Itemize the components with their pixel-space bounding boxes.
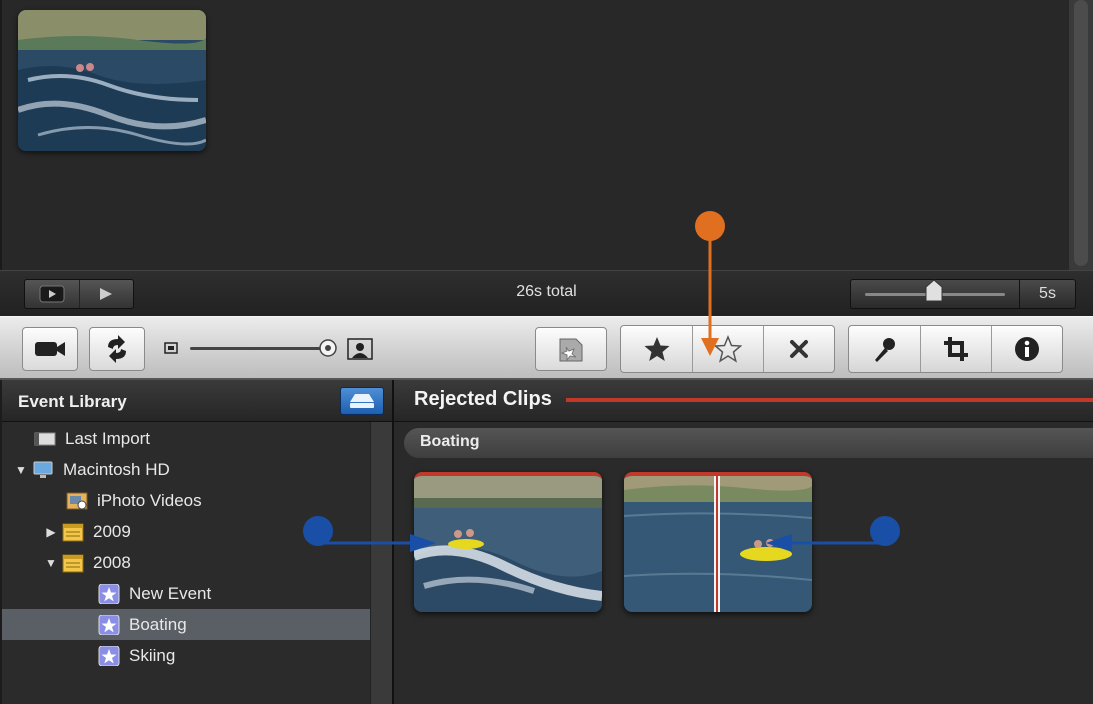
info-icon [1015, 337, 1039, 361]
rejected-indicator-line [566, 398, 1093, 402]
tree-item-2008[interactable]: ▼ 2008 [2, 547, 370, 578]
drive-icon [350, 394, 374, 408]
disclosure-triangle-icon[interactable]: ▼ [14, 463, 28, 477]
tree-item-label: 2009 [93, 521, 131, 541]
unmark-button[interactable] [692, 326, 763, 372]
slider-knob-icon[interactable] [924, 279, 944, 303]
add-to-project-button[interactable] [535, 327, 607, 371]
video-camera-icon [35, 342, 65, 356]
event-group-header[interactable]: Boating [404, 428, 1093, 458]
microphone-icon [874, 338, 895, 362]
event-library-sidebar: Event Library Last Import ▼ Macintosh HD… [0, 380, 392, 704]
clip-thumbnail-image [414, 476, 602, 612]
clip-zoom-control: 5s [850, 279, 1076, 309]
tree-item-label: Boating [129, 614, 187, 634]
import-camera-button[interactable] [22, 327, 78, 371]
voiceover-button[interactable] [849, 326, 920, 372]
thumbnail-size-slider[interactable] [190, 347, 330, 350]
rating-segment [620, 325, 835, 373]
star-event-icon [98, 583, 120, 604]
reject-button[interactable] [763, 326, 834, 372]
tree-item-skiing[interactable]: Skiing [2, 640, 370, 671]
event-group-title: Boating [420, 433, 480, 450]
toolbar [0, 316, 1093, 380]
event-browser: Rejected Clips Boating [392, 380, 1093, 704]
calendar-icon [62, 553, 84, 573]
tree-item-boating[interactable]: Boating [2, 609, 370, 640]
tree-item-new-event[interactable]: New Event [2, 578, 370, 609]
star-filled-icon [644, 337, 669, 361]
project-area [0, 0, 1093, 270]
tree-item-label: Skiing [129, 645, 176, 665]
tree-item-macintosh-hd[interactable]: ▼ Macintosh HD [2, 454, 370, 485]
small-thumbnail-icon [164, 342, 178, 354]
sidebar-scrollbar[interactable] [370, 422, 392, 704]
tree-item-iphoto-videos[interactable]: iPhoto Videos [2, 485, 370, 516]
water-scene-image [18, 10, 206, 151]
tree-item-last-import[interactable]: Last Import [2, 423, 370, 454]
star-outline-icon [714, 335, 742, 363]
slider-knob-icon[interactable] [318, 338, 338, 358]
calendar-icon [62, 522, 84, 542]
inspector-button[interactable] [991, 326, 1062, 372]
tools-segment [848, 325, 1063, 373]
star-event-icon [98, 645, 120, 666]
browser-header: Rejected Clips [394, 380, 1093, 422]
tree-item-2009[interactable]: ▶ 2009 [2, 516, 370, 547]
show-drives-button[interactable] [340, 387, 384, 415]
clip-thumbnail-image [624, 476, 812, 612]
sidebar-title: Event Library [18, 392, 127, 411]
computer-icon [32, 460, 54, 480]
project-clip-thumbnail[interactable] [18, 10, 206, 151]
crop-icon [944, 337, 968, 361]
tree-item-label: Macintosh HD [63, 459, 170, 479]
tree-item-label: 2008 [93, 552, 131, 572]
add-clip-icon [559, 338, 583, 362]
mark-favorite-button[interactable] [621, 326, 692, 372]
tree-item-label: iPhoto Videos [97, 490, 202, 510]
swap-events-projects-button[interactable] [89, 327, 145, 371]
disclosure-triangle-icon[interactable]: ▼ [44, 556, 58, 570]
star-event-icon [98, 614, 120, 635]
film-strip-icon [34, 429, 56, 449]
large-thumbnail-icon [347, 338, 373, 360]
sidebar-header: Event Library [2, 380, 392, 422]
tree-item-label: Last Import [65, 428, 151, 448]
disclosure-triangle-icon[interactable]: ▶ [44, 525, 58, 539]
swap-arrows-icon [108, 335, 126, 363]
clip-zoom-value: 5s [1019, 280, 1075, 308]
browser-title: Rejected Clips [414, 388, 552, 410]
rejected-clip-1[interactable] [414, 472, 602, 612]
reject-x-icon [790, 340, 808, 358]
project-scrollbar[interactable] [1069, 0, 1093, 270]
rejected-clip-2[interactable] [624, 472, 812, 612]
tree-item-label: New Event [129, 583, 212, 603]
crop-button[interactable] [920, 326, 991, 372]
iphoto-icon [66, 491, 88, 511]
